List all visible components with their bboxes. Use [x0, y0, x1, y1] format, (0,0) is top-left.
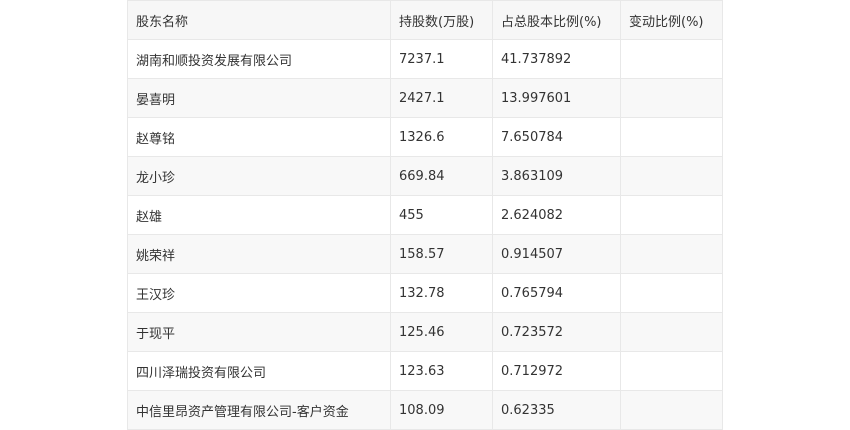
cell-shareholder-name: 王汉珍	[127, 273, 391, 313]
cell-change-ratio	[620, 312, 723, 352]
table-row: 晏喜明 2427.1 13.997601	[127, 78, 723, 118]
table-row: 中信里昂资产管理有限公司-客户资金 108.09 0.62335	[127, 390, 723, 430]
cell-change-ratio	[620, 273, 723, 313]
cell-shares-held: 669.84	[390, 156, 493, 196]
cell-shares-held: 108.09	[390, 390, 493, 430]
cell-change-ratio	[620, 195, 723, 235]
table-row: 王汉珍 132.78 0.765794	[127, 273, 723, 313]
cell-shares-held: 2427.1	[390, 78, 493, 118]
header-share-ratio: 占总股本比例(%)	[492, 0, 621, 40]
cell-share-ratio: 3.863109	[492, 156, 621, 196]
cell-share-ratio: 41.737892	[492, 39, 621, 79]
cell-share-ratio: 7.650784	[492, 117, 621, 157]
cell-shareholder-name: 龙小珍	[127, 156, 391, 196]
cell-change-ratio	[620, 78, 723, 118]
cell-change-ratio	[620, 234, 723, 274]
shareholder-table: 股东名称 持股数(万股) 占总股本比例(%) 变动比例(%) 湖南和顺投资发展有…	[127, 0, 723, 430]
shareholder-table-container: 股东名称 持股数(万股) 占总股本比例(%) 变动比例(%) 湖南和顺投资发展有…	[127, 0, 723, 430]
cell-shareholder-name: 中信里昂资产管理有限公司-客户资金	[127, 390, 391, 430]
cell-change-ratio	[620, 117, 723, 157]
cell-share-ratio: 2.624082	[492, 195, 621, 235]
table-row: 四川泽瑞投资有限公司 123.63 0.712972	[127, 351, 723, 391]
cell-shareholder-name: 姚荣祥	[127, 234, 391, 274]
cell-share-ratio: 0.62335	[492, 390, 621, 430]
cell-shareholder-name: 晏喜明	[127, 78, 391, 118]
cell-shareholder-name: 湖南和顺投资发展有限公司	[127, 39, 391, 79]
cell-shares-held: 158.57	[390, 234, 493, 274]
cell-shareholder-name: 赵雄	[127, 195, 391, 235]
cell-shareholder-name: 赵尊铭	[127, 117, 391, 157]
table-row: 龙小珍 669.84 3.863109	[127, 156, 723, 196]
cell-share-ratio: 0.914507	[492, 234, 621, 274]
table-row: 姚荣祥 158.57 0.914507	[127, 234, 723, 274]
cell-shares-held: 123.63	[390, 351, 493, 391]
cell-shares-held: 125.46	[390, 312, 493, 352]
table-row: 于现平 125.46 0.723572	[127, 312, 723, 352]
table-header-row: 股东名称 持股数(万股) 占总股本比例(%) 变动比例(%)	[127, 0, 723, 40]
cell-shares-held: 455	[390, 195, 493, 235]
cell-shareholder-name: 四川泽瑞投资有限公司	[127, 351, 391, 391]
cell-change-ratio	[620, 39, 723, 79]
header-change-ratio: 变动比例(%)	[620, 0, 723, 40]
cell-share-ratio: 13.997601	[492, 78, 621, 118]
cell-change-ratio	[620, 390, 723, 430]
cell-shares-held: 1326.6	[390, 117, 493, 157]
cell-share-ratio: 0.765794	[492, 273, 621, 313]
cell-change-ratio	[620, 156, 723, 196]
cell-share-ratio: 0.712972	[492, 351, 621, 391]
header-shareholder-name: 股东名称	[127, 0, 391, 40]
table-row: 赵尊铭 1326.6 7.650784	[127, 117, 723, 157]
cell-shares-held: 132.78	[390, 273, 493, 313]
cell-share-ratio: 0.723572	[492, 312, 621, 352]
table-row: 湖南和顺投资发展有限公司 7237.1 41.737892	[127, 39, 723, 79]
table-row: 赵雄 455 2.624082	[127, 195, 723, 235]
cell-change-ratio	[620, 351, 723, 391]
cell-shareholder-name: 于现平	[127, 312, 391, 352]
header-shares-held: 持股数(万股)	[390, 0, 493, 40]
cell-shares-held: 7237.1	[390, 39, 493, 79]
